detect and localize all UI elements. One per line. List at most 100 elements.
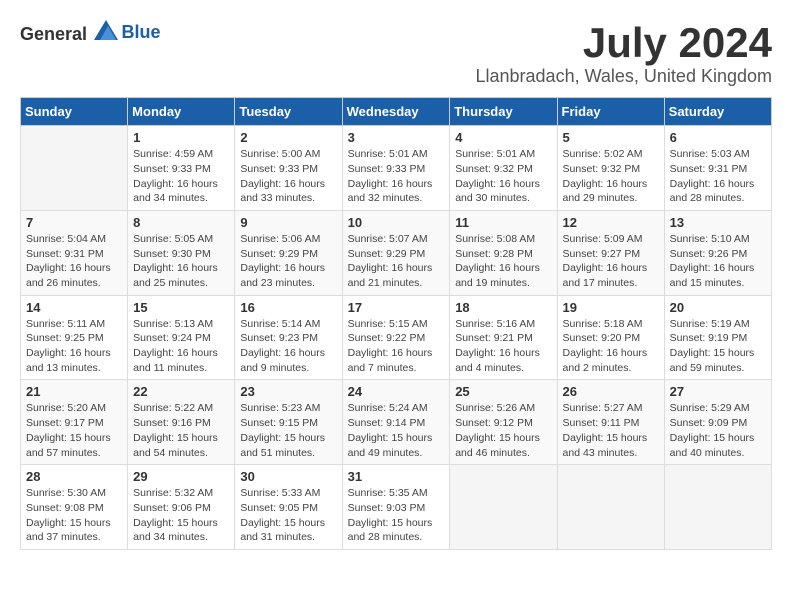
day-info: Sunrise: 5:32 AM Sunset: 9:06 PM Dayligh… bbox=[133, 486, 229, 545]
calendar-cell bbox=[450, 465, 557, 550]
day-info: Sunrise: 5:22 AM Sunset: 9:16 PM Dayligh… bbox=[133, 401, 229, 460]
calendar-week-row: 1 Sunrise: 4:59 AM Sunset: 9:33 PM Daylig… bbox=[21, 126, 772, 211]
day-number: 31 bbox=[348, 469, 445, 484]
day-number: 30 bbox=[240, 469, 336, 484]
day-info: Sunrise: 5:26 AM Sunset: 9:12 PM Dayligh… bbox=[455, 401, 551, 460]
calendar-table: SundayMondayTuesdayWednesdayThursdayFrid… bbox=[20, 97, 772, 550]
day-number: 22 bbox=[133, 384, 229, 399]
day-number: 1 bbox=[133, 130, 229, 145]
calendar-cell: 11Sunrise: 5:08 AM Sunset: 9:28 PM Dayli… bbox=[450, 210, 557, 295]
day-info: Sunrise: 5:01 AM Sunset: 9:33 PM Dayligh… bbox=[348, 147, 445, 206]
calendar-cell: 1 Sunrise: 4:59 AM Sunset: 9:33 PM Daylig… bbox=[128, 126, 235, 211]
day-number: 26 bbox=[563, 384, 659, 399]
calendar-cell: 10Sunrise: 5:07 AM Sunset: 9:29 PM Dayli… bbox=[342, 210, 450, 295]
calendar-cell bbox=[664, 465, 771, 550]
calendar-cell: 14Sunrise: 5:11 AM Sunset: 9:25 PM Dayli… bbox=[21, 295, 128, 380]
calendar-cell: 20 Sunrise: 5:19 AM Sunset: 9:19 PM Dayli… bbox=[664, 295, 771, 380]
day-info: Sunrise: 5:27 AM Sunset: 9:11 PM Dayligh… bbox=[563, 401, 659, 460]
day-of-week-header: Friday bbox=[557, 98, 664, 126]
day-number: 17 bbox=[348, 300, 445, 315]
day-info: Sunrise: 5:07 AM Sunset: 9:29 PM Dayligh… bbox=[348, 232, 445, 291]
day-number: 5 bbox=[563, 130, 659, 145]
calendar-cell: 12Sunrise: 5:09 AM Sunset: 9:27 PM Dayli… bbox=[557, 210, 664, 295]
day-info: Sunrise: 5:06 AM Sunset: 9:29 PM Dayligh… bbox=[240, 232, 336, 291]
day-number: 28 bbox=[26, 469, 122, 484]
calendar-cell: 6Sunrise: 5:03 AM Sunset: 9:31 PM Daylig… bbox=[664, 126, 771, 211]
day-number: 11 bbox=[455, 215, 551, 230]
day-of-week-header: Sunday bbox=[21, 98, 128, 126]
day-number: 8 bbox=[133, 215, 229, 230]
day-info: Sunrise: 5:11 AM Sunset: 9:25 PM Dayligh… bbox=[26, 317, 122, 376]
calendar-week-row: 14Sunrise: 5:11 AM Sunset: 9:25 PM Dayli… bbox=[21, 295, 772, 380]
day-number: 16 bbox=[240, 300, 336, 315]
calendar-cell: 7 Sunrise: 5:04 AM Sunset: 9:31 PM Daylig… bbox=[21, 210, 128, 295]
day-info: Sunrise: 5:20 AM Sunset: 9:17 PM Dayligh… bbox=[26, 401, 122, 460]
day-number: 9 bbox=[240, 215, 336, 230]
day-info: Sunrise: 5:23 AM Sunset: 9:15 PM Dayligh… bbox=[240, 401, 336, 460]
day-of-week-header: Tuesday bbox=[235, 98, 342, 126]
day-info: Sunrise: 4:59 AM Sunset: 9:33 PM Dayligh… bbox=[133, 147, 229, 206]
logo-general: General bbox=[20, 24, 87, 44]
day-number: 6 bbox=[670, 130, 766, 145]
day-number: 29 bbox=[133, 469, 229, 484]
calendar-cell: 30 Sunrise: 5:33 AM Sunset: 9:05 PM Dayli… bbox=[235, 465, 342, 550]
calendar-week-row: 7 Sunrise: 5:04 AM Sunset: 9:31 PM Daylig… bbox=[21, 210, 772, 295]
calendar-header-row: SundayMondayTuesdayWednesdayThursdayFrid… bbox=[21, 98, 772, 126]
day-info: Sunrise: 5:13 AM Sunset: 9:24 PM Dayligh… bbox=[133, 317, 229, 376]
day-info: Sunrise: 5:10 AM Sunset: 9:26 PM Dayligh… bbox=[670, 232, 766, 291]
calendar-cell: 31Sunrise: 5:35 AM Sunset: 9:03 PM Dayli… bbox=[342, 465, 450, 550]
calendar-week-row: 21 Sunrise: 5:20 AM Sunset: 9:17 PM Dayli… bbox=[21, 380, 772, 465]
day-info: Sunrise: 5:00 AM Sunset: 9:33 PM Dayligh… bbox=[240, 147, 336, 206]
calendar-cell: 24Sunrise: 5:24 AM Sunset: 9:14 PM Dayli… bbox=[342, 380, 450, 465]
calendar-cell: 4 Sunrise: 5:01 AM Sunset: 9:32 PM Daylig… bbox=[450, 126, 557, 211]
day-info: Sunrise: 5:14 AM Sunset: 9:23 PM Dayligh… bbox=[240, 317, 336, 376]
calendar-cell: 3Sunrise: 5:01 AM Sunset: 9:33 PM Daylig… bbox=[342, 126, 450, 211]
day-info: Sunrise: 5:05 AM Sunset: 9:30 PM Dayligh… bbox=[133, 232, 229, 291]
day-number: 18 bbox=[455, 300, 551, 315]
calendar-cell: 29 Sunrise: 5:32 AM Sunset: 9:06 PM Dayli… bbox=[128, 465, 235, 550]
day-info: Sunrise: 5:33 AM Sunset: 9:05 PM Dayligh… bbox=[240, 486, 336, 545]
day-info: Sunrise: 5:16 AM Sunset: 9:21 PM Dayligh… bbox=[455, 317, 551, 376]
calendar-cell: 21 Sunrise: 5:20 AM Sunset: 9:17 PM Dayli… bbox=[21, 380, 128, 465]
calendar-cell: 23 Sunrise: 5:23 AM Sunset: 9:15 PM Dayli… bbox=[235, 380, 342, 465]
calendar-cell bbox=[557, 465, 664, 550]
day-of-week-header: Saturday bbox=[664, 98, 771, 126]
day-of-week-header: Monday bbox=[128, 98, 235, 126]
day-number: 4 bbox=[455, 130, 551, 145]
day-number: 27 bbox=[670, 384, 766, 399]
calendar-cell: 28 Sunrise: 5:30 AM Sunset: 9:08 PM Dayli… bbox=[21, 465, 128, 550]
calendar-cell: 5 Sunrise: 5:02 AM Sunset: 9:32 PM Daylig… bbox=[557, 126, 664, 211]
subtitle: Llanbradach, Wales, United Kingdom bbox=[476, 66, 773, 87]
day-info: Sunrise: 5:01 AM Sunset: 9:32 PM Dayligh… bbox=[455, 147, 551, 206]
logo-blue: Blue bbox=[122, 22, 161, 42]
day-number: 25 bbox=[455, 384, 551, 399]
calendar-cell: 17 Sunrise: 5:15 AM Sunset: 9:22 PM Dayli… bbox=[342, 295, 450, 380]
logo: General Blue bbox=[20, 20, 161, 45]
calendar-cell: 22 Sunrise: 5:22 AM Sunset: 9:16 PM Dayli… bbox=[128, 380, 235, 465]
day-info: Sunrise: 5:09 AM Sunset: 9:27 PM Dayligh… bbox=[563, 232, 659, 291]
main-title: July 2024 bbox=[476, 20, 773, 66]
day-number: 21 bbox=[26, 384, 122, 399]
calendar-cell: 2 Sunrise: 5:00 AM Sunset: 9:33 PM Daylig… bbox=[235, 126, 342, 211]
day-info: Sunrise: 5:19 AM Sunset: 9:19 PM Dayligh… bbox=[670, 317, 766, 376]
day-of-week-header: Wednesday bbox=[342, 98, 450, 126]
day-number: 19 bbox=[563, 300, 659, 315]
day-info: Sunrise: 5:30 AM Sunset: 9:08 PM Dayligh… bbox=[26, 486, 122, 545]
day-number: 7 bbox=[26, 215, 122, 230]
day-info: Sunrise: 5:15 AM Sunset: 9:22 PM Dayligh… bbox=[348, 317, 445, 376]
day-of-week-header: Thursday bbox=[450, 98, 557, 126]
day-number: 2 bbox=[240, 130, 336, 145]
day-number: 20 bbox=[670, 300, 766, 315]
title-section: July 2024 Llanbradach, Wales, United Kin… bbox=[476, 20, 773, 87]
logo-icon bbox=[94, 20, 118, 40]
calendar-cell bbox=[21, 126, 128, 211]
day-info: Sunrise: 5:02 AM Sunset: 9:32 PM Dayligh… bbox=[563, 147, 659, 206]
day-info: Sunrise: 5:18 AM Sunset: 9:20 PM Dayligh… bbox=[563, 317, 659, 376]
calendar-cell: 9 Sunrise: 5:06 AM Sunset: 9:29 PM Daylig… bbox=[235, 210, 342, 295]
header: General Blue July 2024 Llanbradach, Wale… bbox=[20, 20, 772, 87]
calendar-cell: 15Sunrise: 5:13 AM Sunset: 9:24 PM Dayli… bbox=[128, 295, 235, 380]
calendar-cell: 27Sunrise: 5:29 AM Sunset: 9:09 PM Dayli… bbox=[664, 380, 771, 465]
day-info: Sunrise: 5:04 AM Sunset: 9:31 PM Dayligh… bbox=[26, 232, 122, 291]
day-info: Sunrise: 5:24 AM Sunset: 9:14 PM Dayligh… bbox=[348, 401, 445, 460]
day-number: 23 bbox=[240, 384, 336, 399]
